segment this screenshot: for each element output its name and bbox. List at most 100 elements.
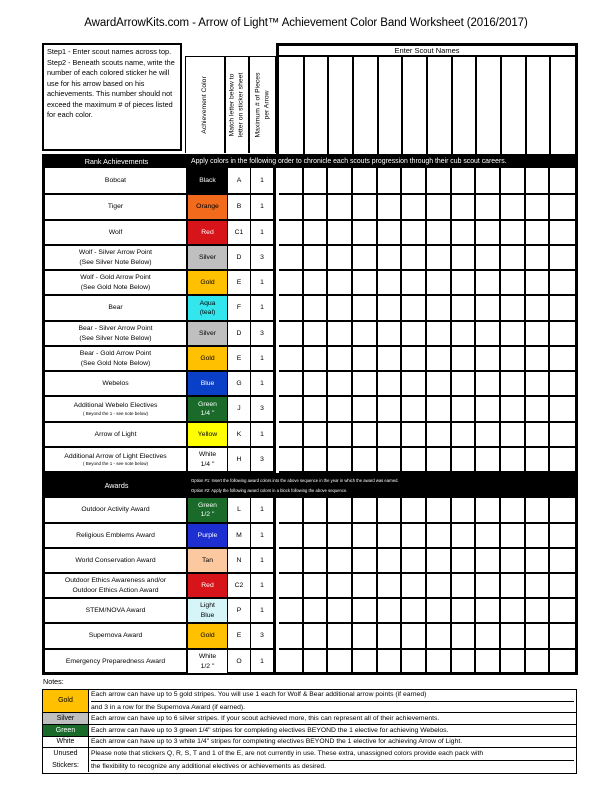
scout-count-cell[interactable]	[279, 624, 304, 650]
scout-count-cell[interactable]	[451, 524, 477, 549]
scout-count-cell[interactable]	[402, 549, 427, 574]
scout-count-cell[interactable]	[328, 624, 353, 650]
scout-count-cell[interactable]	[427, 650, 452, 675]
scout-count-cell[interactable]	[303, 372, 329, 397]
scout-name-field[interactable]	[401, 57, 426, 154]
scout-count-cell[interactable]	[377, 624, 403, 650]
scout-count-cell[interactable]	[501, 599, 526, 624]
scout-count-cell[interactable]	[476, 624, 501, 650]
scout-count-cell[interactable]	[279, 221, 304, 246]
scout-count-cell[interactable]	[377, 372, 403, 397]
scout-count-cell[interactable]	[402, 599, 427, 624]
scout-count-cell[interactable]	[402, 624, 427, 650]
scout-count-cell[interactable]	[451, 423, 477, 448]
scout-count-cell[interactable]	[476, 549, 501, 574]
scout-count-cell[interactable]	[427, 624, 452, 650]
scout-count-cell[interactable]	[377, 168, 403, 195]
scout-count-cell[interactable]	[377, 524, 403, 549]
scout-count-cell[interactable]	[525, 372, 551, 397]
scout-count-cell[interactable]	[550, 448, 575, 473]
scout-count-cell[interactable]	[328, 246, 353, 271]
scout-count-cell[interactable]	[402, 524, 427, 549]
scout-count-cell[interactable]	[550, 246, 575, 271]
scout-count-cell[interactable]	[427, 372, 452, 397]
scout-count-cell[interactable]	[501, 524, 526, 549]
scout-name-field[interactable]	[352, 57, 377, 154]
scout-count-cell[interactable]	[353, 372, 378, 397]
scout-count-cell[interactable]	[353, 574, 378, 599]
scout-count-cell[interactable]	[279, 448, 304, 473]
scout-count-cell[interactable]	[279, 296, 304, 322]
scout-count-cell[interactable]	[427, 246, 452, 271]
scout-count-cell[interactable]	[377, 195, 403, 221]
scout-count-cell[interactable]	[353, 624, 378, 650]
scout-count-cell[interactable]	[402, 168, 427, 195]
scout-count-cell[interactable]	[377, 599, 403, 624]
scout-count-cell[interactable]	[402, 347, 427, 372]
scout-count-cell[interactable]	[451, 498, 477, 524]
scout-count-cell[interactable]	[303, 423, 329, 448]
scout-count-cell[interactable]	[550, 574, 575, 599]
scout-count-cell[interactable]	[550, 599, 575, 624]
scout-count-cell[interactable]	[501, 397, 526, 423]
scout-count-cell[interactable]	[402, 221, 427, 246]
scout-count-cell[interactable]	[476, 448, 501, 473]
scout-count-cell[interactable]	[525, 423, 551, 448]
scout-count-cell[interactable]	[279, 246, 304, 271]
scout-count-cell[interactable]	[427, 599, 452, 624]
scout-count-cell[interactable]	[550, 168, 575, 195]
scout-count-cell[interactable]	[303, 246, 329, 271]
scout-count-cell[interactable]	[377, 347, 403, 372]
scout-count-cell[interactable]	[303, 322, 329, 347]
scout-count-cell[interactable]	[402, 423, 427, 448]
scout-count-cell[interactable]	[525, 322, 551, 347]
scout-count-cell[interactable]	[377, 246, 403, 271]
scout-count-cell[interactable]	[377, 650, 403, 675]
scout-count-cell[interactable]	[550, 624, 575, 650]
scout-count-cell[interactable]	[451, 195, 477, 221]
scout-count-cell[interactable]	[451, 599, 477, 624]
scout-count-cell[interactable]	[402, 372, 427, 397]
scout-count-cell[interactable]	[451, 246, 477, 271]
scout-count-cell[interactable]	[353, 322, 378, 347]
scout-count-cell[interactable]	[525, 574, 551, 599]
scout-count-cell[interactable]	[279, 347, 304, 372]
scout-count-cell[interactable]	[303, 397, 329, 423]
scout-count-cell[interactable]	[501, 296, 526, 322]
scout-count-cell[interactable]	[427, 322, 452, 347]
scout-count-cell[interactable]	[501, 372, 526, 397]
scout-count-cell[interactable]	[353, 168, 378, 195]
scout-count-cell[interactable]	[476, 195, 501, 221]
scout-count-cell[interactable]	[451, 347, 477, 372]
scout-name-field[interactable]	[302, 57, 328, 154]
scout-count-cell[interactable]	[550, 498, 575, 524]
scout-count-cell[interactable]	[501, 650, 526, 675]
scout-count-cell[interactable]	[328, 372, 353, 397]
scout-name-field[interactable]	[475, 57, 500, 154]
scout-count-cell[interactable]	[451, 221, 477, 246]
scout-count-cell[interactable]	[303, 624, 329, 650]
scout-count-cell[interactable]	[279, 650, 304, 675]
scout-count-cell[interactable]	[279, 397, 304, 423]
scout-count-cell[interactable]	[353, 271, 378, 296]
scout-count-cell[interactable]	[303, 296, 329, 322]
scout-count-cell[interactable]	[501, 168, 526, 195]
scout-count-cell[interactable]	[476, 246, 501, 271]
scout-count-cell[interactable]	[501, 498, 526, 524]
scout-count-cell[interactable]	[427, 221, 452, 246]
scout-count-cell[interactable]	[550, 372, 575, 397]
scout-count-cell[interactable]	[525, 624, 551, 650]
scout-count-cell[interactable]	[476, 322, 501, 347]
scout-count-cell[interactable]	[402, 296, 427, 322]
scout-count-cell[interactable]	[476, 524, 501, 549]
scout-count-cell[interactable]	[402, 448, 427, 473]
scout-count-cell[interactable]	[279, 549, 304, 574]
scout-count-cell[interactable]	[377, 271, 403, 296]
scout-count-cell[interactable]	[427, 397, 452, 423]
scout-count-cell[interactable]	[525, 498, 551, 524]
scout-count-cell[interactable]	[328, 296, 353, 322]
scout-count-cell[interactable]	[303, 221, 329, 246]
scout-count-cell[interactable]	[303, 650, 329, 675]
scout-count-cell[interactable]	[402, 246, 427, 271]
scout-count-cell[interactable]	[476, 599, 501, 624]
